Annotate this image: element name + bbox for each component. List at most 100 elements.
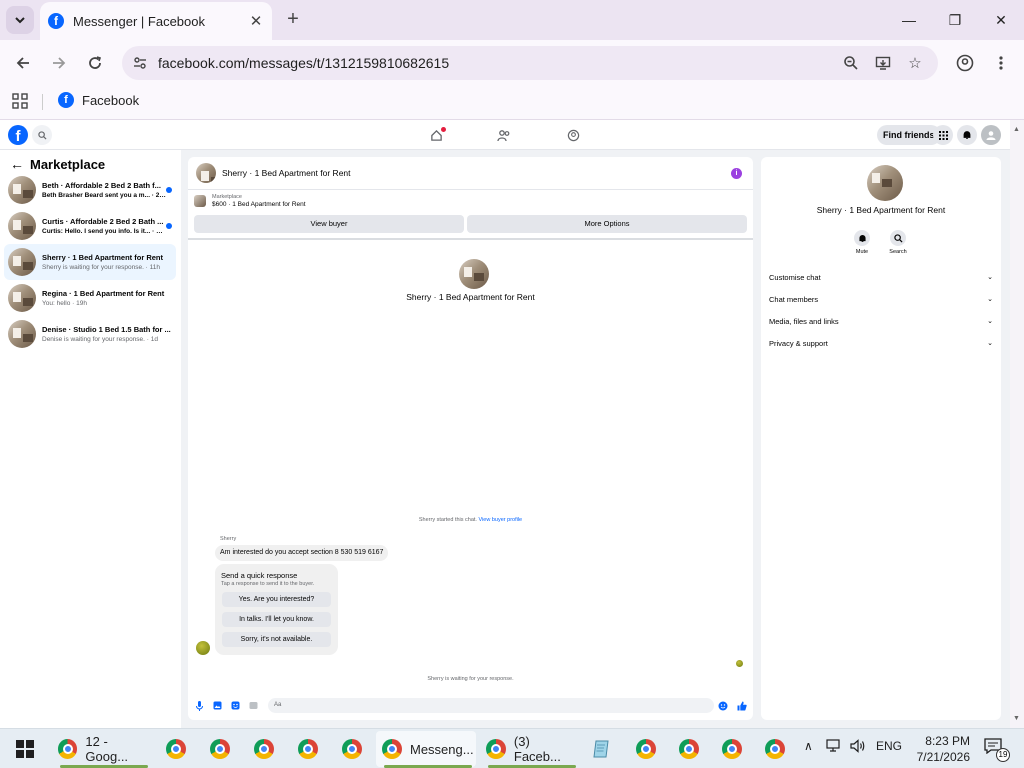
language-indicator[interactable]: ENG bbox=[876, 739, 902, 753]
clock-time: 8:23 PM bbox=[925, 734, 970, 748]
conversation-preview: Beth Brasher Beard sent you a m... · 25m bbox=[42, 192, 166, 199]
browser-tab-messenger[interactable]: f Messenger | Facebook ✕ bbox=[40, 2, 272, 40]
apps-grid-icon[interactable] bbox=[12, 93, 28, 109]
taskbar-chrome-window[interactable]: 12 - Goog... bbox=[52, 731, 152, 767]
section-privacy-support[interactable]: Privacy & support ⌄ bbox=[769, 336, 993, 350]
microphone-icon[interactable] bbox=[194, 700, 205, 711]
profile-icon bbox=[956, 54, 974, 72]
bookmark-star-icon[interactable]: ☆ bbox=[906, 54, 924, 72]
marketplace-title: Marketplace bbox=[30, 156, 106, 172]
gif-icon[interactable] bbox=[248, 700, 259, 711]
arrow-right-icon bbox=[53, 57, 66, 69]
close-window-button[interactable]: ✕ bbox=[978, 0, 1024, 40]
groups-icon bbox=[567, 129, 579, 141]
network-icon[interactable] bbox=[826, 739, 842, 756]
tab-close-icon[interactable]: ✕ bbox=[244, 12, 268, 30]
conversation-item[interactable]: Sherry · 1 Bed Apartment for Rent Sherry … bbox=[4, 244, 176, 280]
thumbs-up-icon[interactable] bbox=[736, 700, 747, 711]
install-app-icon[interactable] bbox=[874, 54, 892, 72]
emoji-icon[interactable] bbox=[717, 700, 728, 711]
taskbar-chrome-profile[interactable] bbox=[632, 735, 660, 763]
notification-center-button[interactable]: 19 bbox=[984, 738, 1010, 762]
message-input[interactable]: Aa bbox=[268, 698, 714, 713]
arrow-left-icon bbox=[16, 57, 29, 69]
forward-button[interactable] bbox=[47, 51, 71, 75]
profile-button[interactable] bbox=[953, 51, 977, 75]
search-in-chat-button[interactable]: Search bbox=[883, 230, 913, 255]
quick-reply-in-talks[interactable]: In talks. I'll let you know. bbox=[222, 612, 331, 627]
notifications-button[interactable] bbox=[957, 125, 977, 145]
url-text[interactable]: facebook.com/messages/t/1312159810682615 bbox=[158, 55, 449, 71]
scroll-down-icon[interactable]: ▼ bbox=[1013, 715, 1020, 722]
taskbar-chrome-profile[interactable] bbox=[338, 735, 366, 763]
photo-icon[interactable] bbox=[212, 700, 223, 711]
view-buyer-button[interactable]: View buyer bbox=[194, 215, 464, 233]
info-icon[interactable]: i bbox=[731, 168, 742, 179]
info-avatar[interactable] bbox=[867, 165, 903, 201]
nav-groups[interactable] bbox=[564, 126, 582, 144]
window-controls: — ❐ ✕ bbox=[886, 0, 1024, 40]
facebook-search-button[interactable] bbox=[32, 125, 52, 145]
taskbar-facebook-window[interactable]: (3) Faceb... bbox=[480, 731, 580, 767]
restore-button[interactable]: ❐ bbox=[932, 0, 978, 40]
scroll-up-icon[interactable]: ▲ bbox=[1013, 126, 1020, 133]
site-info-icon[interactable] bbox=[132, 55, 148, 71]
chat-profile-avatar[interactable] bbox=[459, 259, 489, 289]
quick-reply-yes[interactable]: Yes. Are you interested? bbox=[222, 592, 331, 607]
reload-icon bbox=[89, 56, 102, 69]
address-bar[interactable]: facebook.com/messages/t/1312159810682615… bbox=[122, 46, 938, 80]
mute-button[interactable]: Mute bbox=[847, 230, 877, 255]
section-media-files-links[interactable]: Media, files and links ⌄ bbox=[769, 314, 993, 328]
volume-icon[interactable] bbox=[850, 739, 866, 756]
chat-profile-name: Sherry · 1 Bed Apartment for Rent bbox=[406, 292, 535, 302]
browser-menu-button[interactable] bbox=[989, 51, 1013, 75]
back-arrow-icon[interactable]: ← bbox=[10, 156, 24, 172]
conversation-item[interactable]: Curtis · Affordable 2 Bed 2 Bath ... Curt… bbox=[4, 208, 176, 244]
tab-search-button[interactable] bbox=[6, 6, 34, 34]
section-customise-chat[interactable]: Customise chat ⌄ bbox=[769, 270, 993, 284]
listing-summary[interactable]: Marketplace $600 · 1 Bed Apartment for R… bbox=[194, 194, 306, 208]
taskbar-chrome-profile[interactable] bbox=[250, 735, 278, 763]
taskbar-chrome-profile[interactable] bbox=[675, 735, 703, 763]
minimize-button[interactable]: — bbox=[886, 0, 932, 40]
conversation-title: Regina · 1 Bed Apartment for Rent bbox=[42, 289, 165, 298]
taskbar-chrome-profile[interactable] bbox=[718, 735, 746, 763]
conversation-item[interactable]: Regina · 1 Bed Apartment for Rent You: he… bbox=[4, 280, 176, 316]
chrome-icon bbox=[166, 739, 186, 759]
conversation-item[interactable]: Denise · Studio 1 Bed 1.5 Bath for ... De… bbox=[4, 316, 176, 352]
system-clock[interactable]: 8:23 PM 7/21/2026 bbox=[906, 733, 970, 765]
more-options-button[interactable]: More Options bbox=[467, 215, 747, 233]
taskbar-chrome-profile[interactable] bbox=[294, 735, 322, 763]
taskbar-notepad[interactable] bbox=[588, 735, 616, 763]
back-button[interactable] bbox=[11, 51, 35, 75]
conversation-item[interactable]: Beth · Affordable 2 Bed 2 Bath f... Beth … bbox=[4, 172, 176, 208]
reload-button[interactable] bbox=[83, 51, 107, 75]
chevron-down-icon: ⌄ bbox=[987, 318, 993, 325]
chat-header-name[interactable]: Sherry · 1 Bed Apartment for Rent bbox=[222, 168, 351, 178]
account-avatar[interactable] bbox=[981, 125, 1001, 145]
taskbar-chrome-profile[interactable] bbox=[162, 735, 190, 763]
sticker-icon[interactable] bbox=[230, 700, 241, 711]
page-scrollbar[interactable]: ▲ ▼ bbox=[1010, 120, 1024, 728]
facebook-logo[interactable]: f bbox=[8, 125, 28, 145]
show-hidden-icons-chevron-icon[interactable]: ∧ bbox=[804, 739, 813, 753]
view-buyer-profile-link[interactable]: View buyer profile bbox=[479, 517, 523, 523]
quick-reply-not-available[interactable]: Sorry, it's not available. bbox=[222, 632, 331, 647]
taskbar-label: (3) Faceb... bbox=[513, 734, 561, 764]
taskbar-chrome-profile[interactable] bbox=[761, 735, 789, 763]
nav-friends[interactable] bbox=[495, 126, 513, 144]
windows-start-icon[interactable] bbox=[16, 740, 34, 758]
conversation-thumbnail bbox=[8, 248, 36, 276]
zoom-icon[interactable] bbox=[842, 54, 860, 72]
chat-header-avatar[interactable] bbox=[196, 163, 216, 183]
taskbar-messenger-window[interactable]: Messeng... bbox=[376, 731, 476, 767]
menu-button[interactable] bbox=[933, 125, 953, 145]
taskbar-chrome-profile[interactable] bbox=[206, 735, 234, 763]
chrome-icon bbox=[722, 739, 742, 759]
conversation-title: Beth · Affordable 2 Bed 2 Bath f... bbox=[42, 181, 161, 190]
section-chat-members[interactable]: Chat members ⌄ bbox=[769, 292, 993, 306]
chevron-down-icon: ⌄ bbox=[987, 274, 993, 281]
bookmark-facebook[interactable]: f Facebook bbox=[58, 92, 139, 108]
find-friends-button[interactable]: Find friends bbox=[877, 125, 941, 145]
new-tab-button[interactable]: + bbox=[282, 8, 304, 30]
